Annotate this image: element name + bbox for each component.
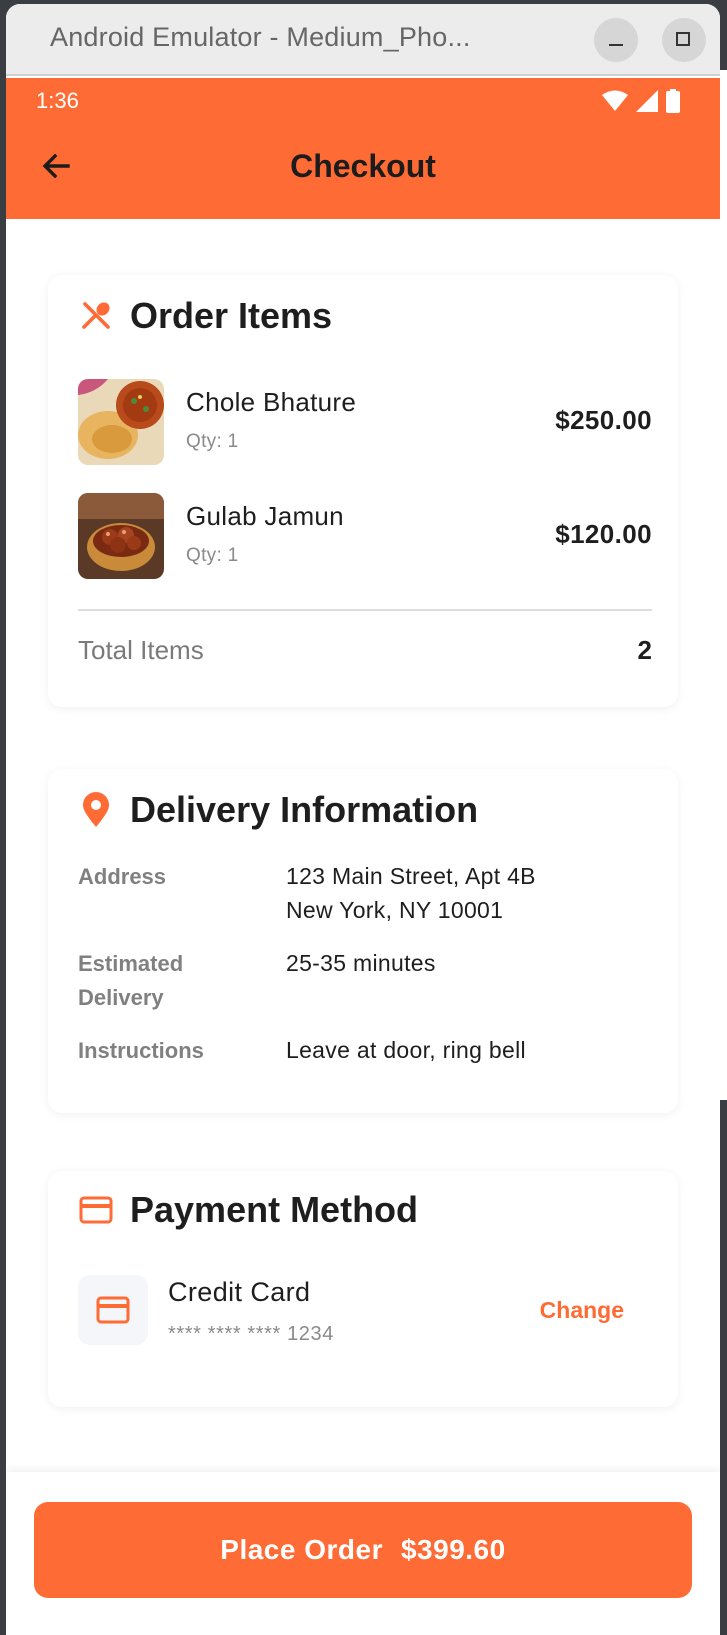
place-order-amount: $399.60 <box>400 1534 506 1565</box>
item-price: $250.00 <box>555 405 652 435</box>
item-name: Gulab Jamun <box>186 501 344 531</box>
emulator-side-edge <box>720 70 727 1100</box>
order-item: Gulab Jamun Qty: 1 $120.00 <box>78 493 652 579</box>
item-price: $120.00 <box>555 519 652 549</box>
order-items-header: Order Items <box>78 295 332 337</box>
page-title: Checkout <box>290 148 436 184</box>
payment-method-card: Payment Method Credit Card **** **** ***… <box>48 1171 678 1407</box>
change-payment-button[interactable]: Change <box>540 1297 624 1324</box>
place-order-label: Place Order <box>220 1534 383 1565</box>
chole-bhature-image <box>78 379 164 465</box>
window-title: Android Emulator - Medium_Pho... <box>50 22 471 52</box>
item-qty: Qty: 1 <box>186 431 239 452</box>
delivery-info-header: Delivery Information <box>78 789 478 831</box>
app-bar: 1:36 Checkout <box>6 78 720 219</box>
credit-card-icon <box>78 1192 114 1228</box>
payment-card-icon-box <box>78 1275 148 1345</box>
window-titlebar: Android Emulator - Medium_Pho... <box>6 4 720 76</box>
total-items-value: 2 <box>637 635 652 665</box>
status-time: 1:36 <box>36 88 79 113</box>
credit-card-icon <box>96 1296 130 1324</box>
emulator-window: Android Emulator - Medium_Pho... 1:36 Ch… <box>6 4 720 1635</box>
bottom-action-bar: Place Order $399.60 <box>6 1472 720 1635</box>
restaurant-icon <box>78 298 114 334</box>
eta-label-line1: Estimated <box>78 951 184 976</box>
order-items-card: Order Items Chole Bhature Qty: 1 $250.00… <box>48 275 678 707</box>
address-label: Address <box>78 864 167 889</box>
address-line1: 123 Main Street, Apt 4B <box>286 863 536 889</box>
instructions-label: Instructions <box>78 1038 204 1063</box>
divider <box>78 609 652 611</box>
delivery-info-title: Delivery Information <box>130 789 479 830</box>
gulab-jamun-image <box>78 493 164 579</box>
wifi-icon <box>602 90 628 111</box>
battery-icon <box>666 89 680 113</box>
order-item: Chole Bhature Qty: 1 $250.00 <box>78 379 652 465</box>
payment-method-header: Payment Method <box>78 1189 418 1231</box>
signal-icon <box>636 90 658 112</box>
eta-label-line2: Delivery <box>78 985 164 1010</box>
item-name: Chole Bhature <box>186 387 357 417</box>
order-items-title: Order Items <box>130 295 333 336</box>
place-order-button[interactable]: Place Order $399.60 <box>34 1502 692 1598</box>
payment-method-name: Credit Card <box>168 1277 311 1307</box>
address-line2: New York, NY 10001 <box>286 897 504 923</box>
payment-method-title: Payment Method <box>130 1189 419 1230</box>
status-icons <box>602 88 680 114</box>
total-items-label: Total Items <box>78 635 204 665</box>
checkout-content[interactable]: Order Items Chole Bhature Qty: 1 $250.00… <box>6 219 720 1479</box>
delivery-info-card: Delivery Information Address 123 Main St… <box>48 769 678 1113</box>
item-qty: Qty: 1 <box>186 545 239 566</box>
location-pin-icon <box>78 792 114 828</box>
card-number-masked: **** **** **** 1234 <box>168 1323 334 1345</box>
instructions-value: Leave at door, ring bell <box>286 1037 526 1063</box>
eta-value: 25-35 minutes <box>286 950 436 976</box>
maximize-button[interactable] <box>662 18 706 62</box>
minimize-button[interactable] <box>594 18 638 62</box>
